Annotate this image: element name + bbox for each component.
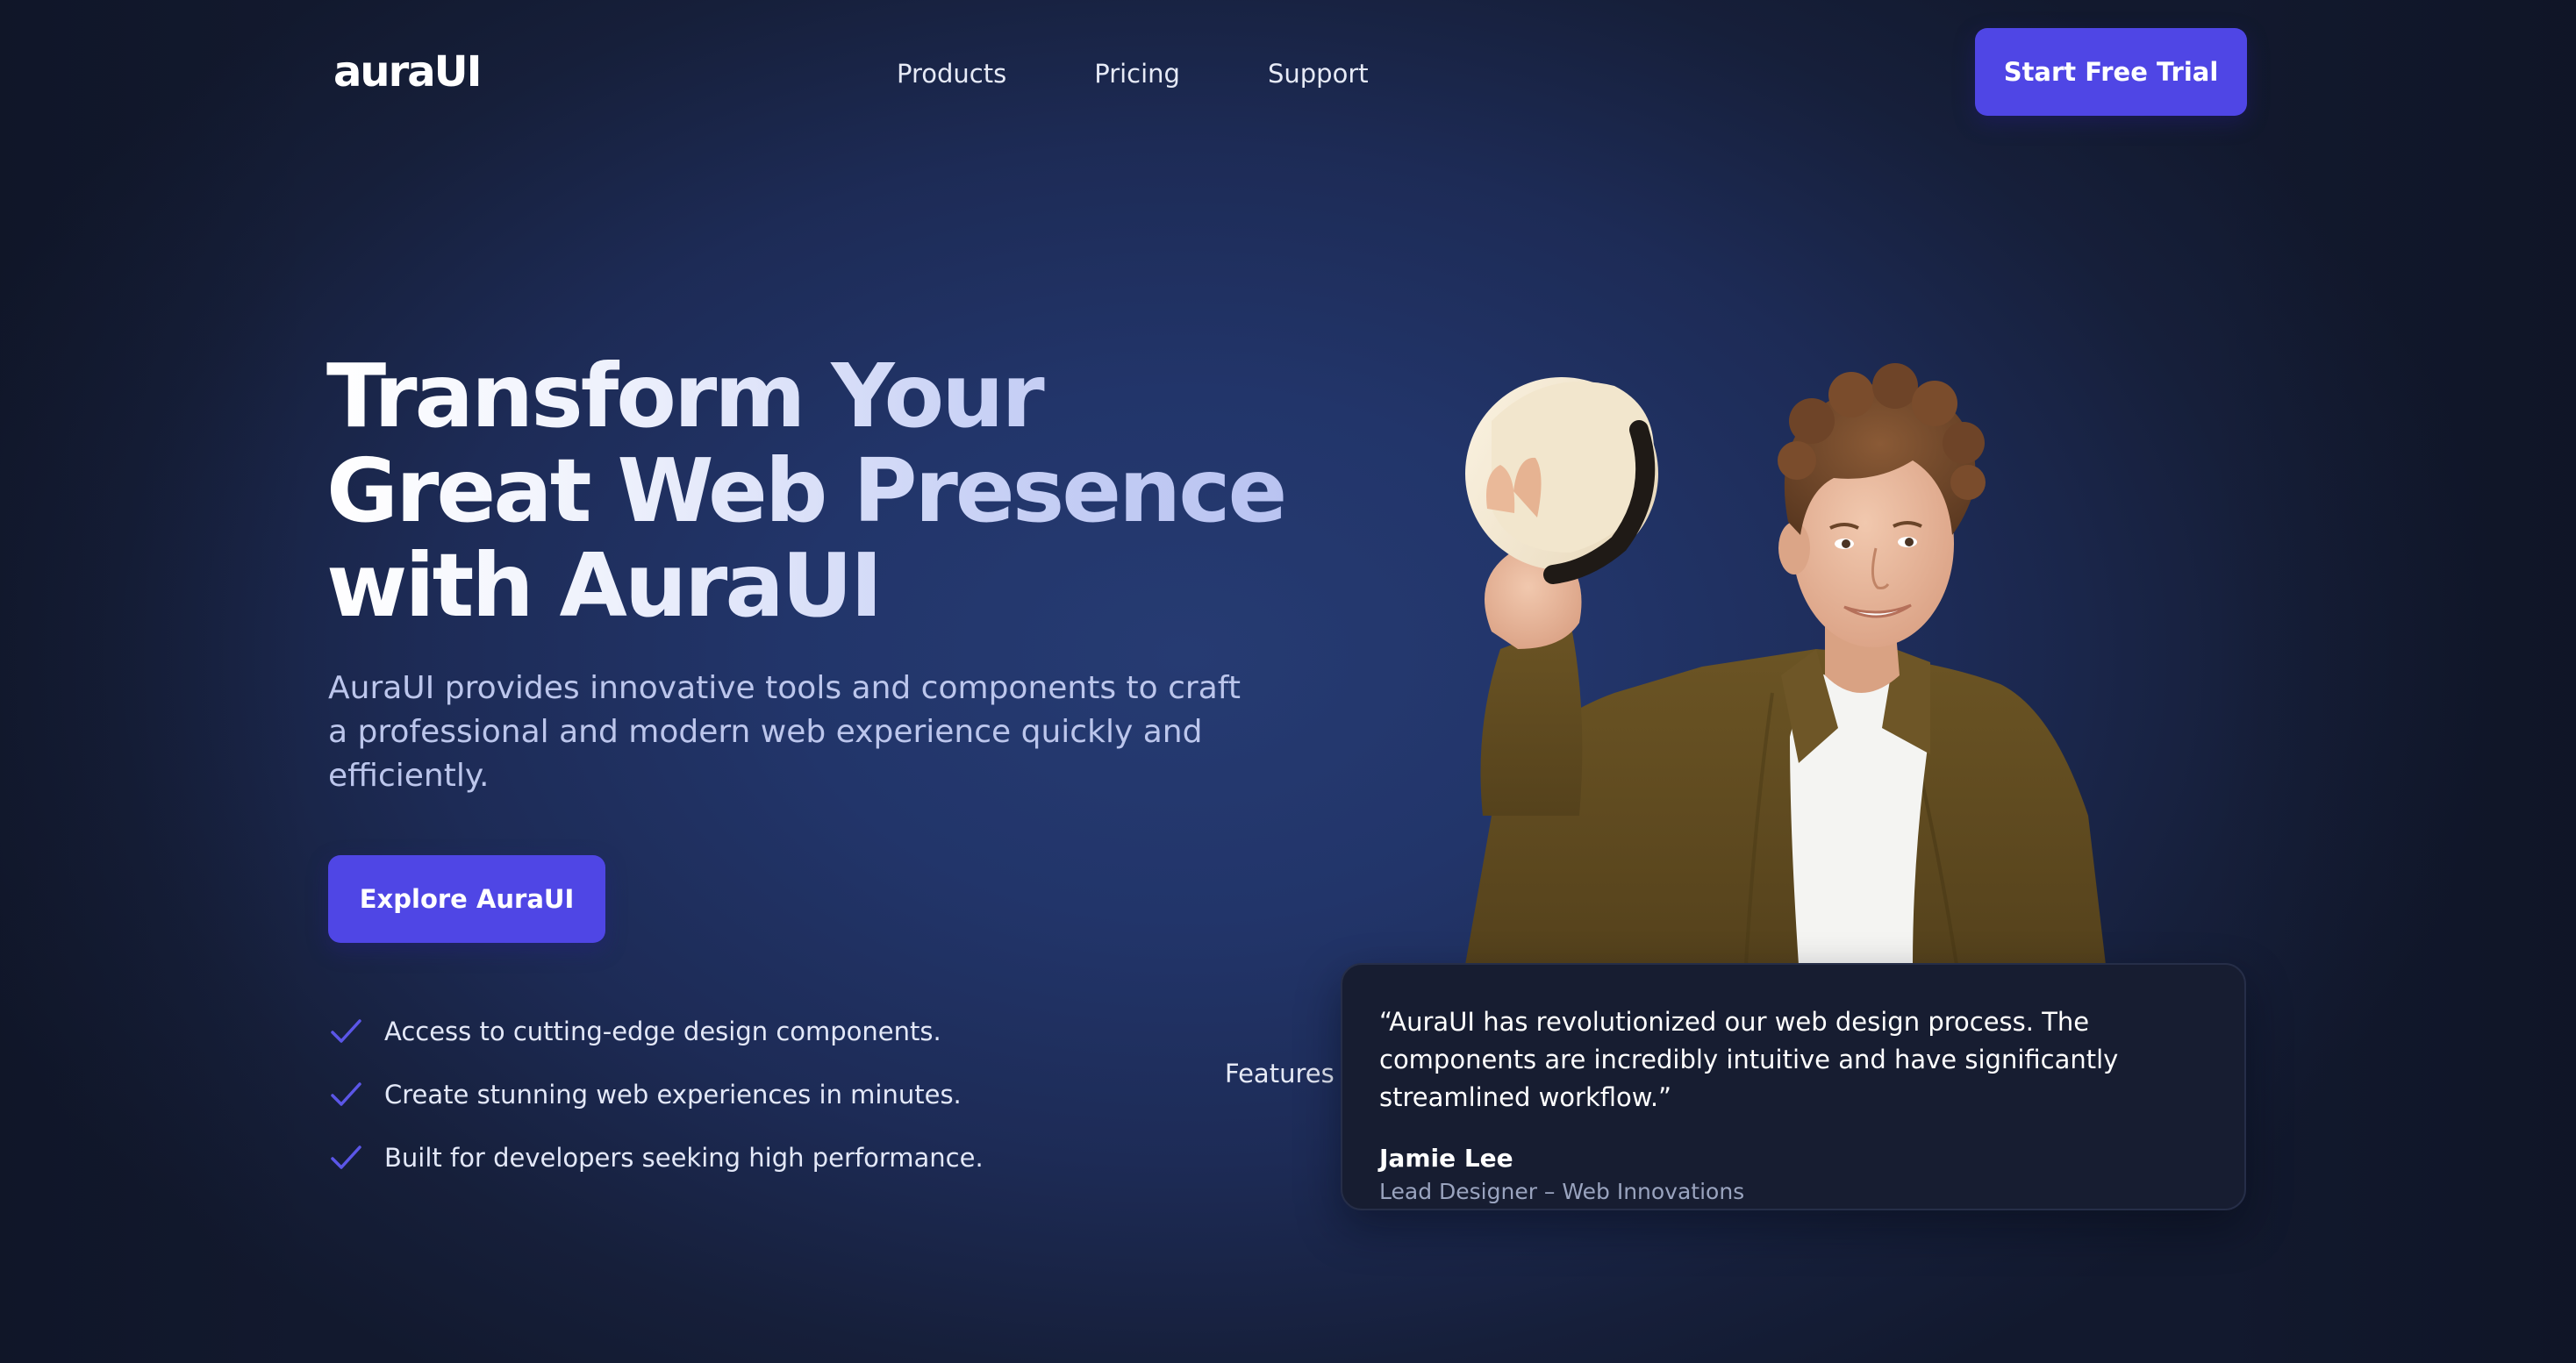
feature-text: Access to cutting-edge design components… — [384, 1017, 941, 1046]
testimonial-quote: “AuraUI has revolutionized our web desig… — [1379, 1007, 2119, 1112]
main-nav: Products Features Pricing Support — [897, 54, 1369, 1088]
explore-auraui-button[interactable]: Explore AuraUI — [328, 855, 605, 943]
hero-title-line-2: Great Web Presence — [326, 439, 1285, 542]
testimonial-card: “AuraUI has revolutionized our web desig… — [1341, 963, 2246, 1210]
feature-item: Access to cutting-edge design components… — [328, 1000, 984, 1063]
hero-portrait-image — [1465, 363, 2106, 965]
feature-item: Create stunning web experiences in minut… — [328, 1063, 984, 1126]
feature-text: Create stunning web experiences in minut… — [384, 1080, 962, 1110]
nav-link-support[interactable]: Support — [1268, 54, 1369, 93]
testimonial-role: Lead Designer – Web Innovations — [1379, 1179, 1745, 1204]
check-icon — [331, 1019, 361, 1043]
hero-subtitle: AuraUI provides innovative tools and com… — [328, 670, 1241, 794]
check-icon — [331, 1145, 361, 1169]
hero-title-line-3: with AuraUI — [326, 534, 881, 637]
check-icon — [331, 1082, 361, 1106]
testimonial-author: Jamie Lee — [1379, 1144, 1513, 1173]
nav-link-pricing[interactable]: Pricing — [1094, 54, 1180, 93]
hero-title: Transform Your Great Web Presence with A… — [326, 349, 1284, 633]
feature-item: Built for developers seeking high perfor… — [328, 1126, 984, 1189]
start-free-trial-button[interactable]: Start Free Trial — [1975, 28, 2247, 116]
nav-link-features[interactable]: Features — [1225, 1054, 1335, 1093]
brand-logo[interactable]: auraUI — [333, 46, 482, 98]
hero-title-line-1: Transform Your — [326, 345, 1042, 447]
feature-list: Access to cutting-edge design components… — [328, 1000, 984, 1189]
feature-text: Built for developers seeking high perfor… — [384, 1143, 984, 1173]
nav-link-products[interactable]: Products — [897, 54, 1006, 93]
